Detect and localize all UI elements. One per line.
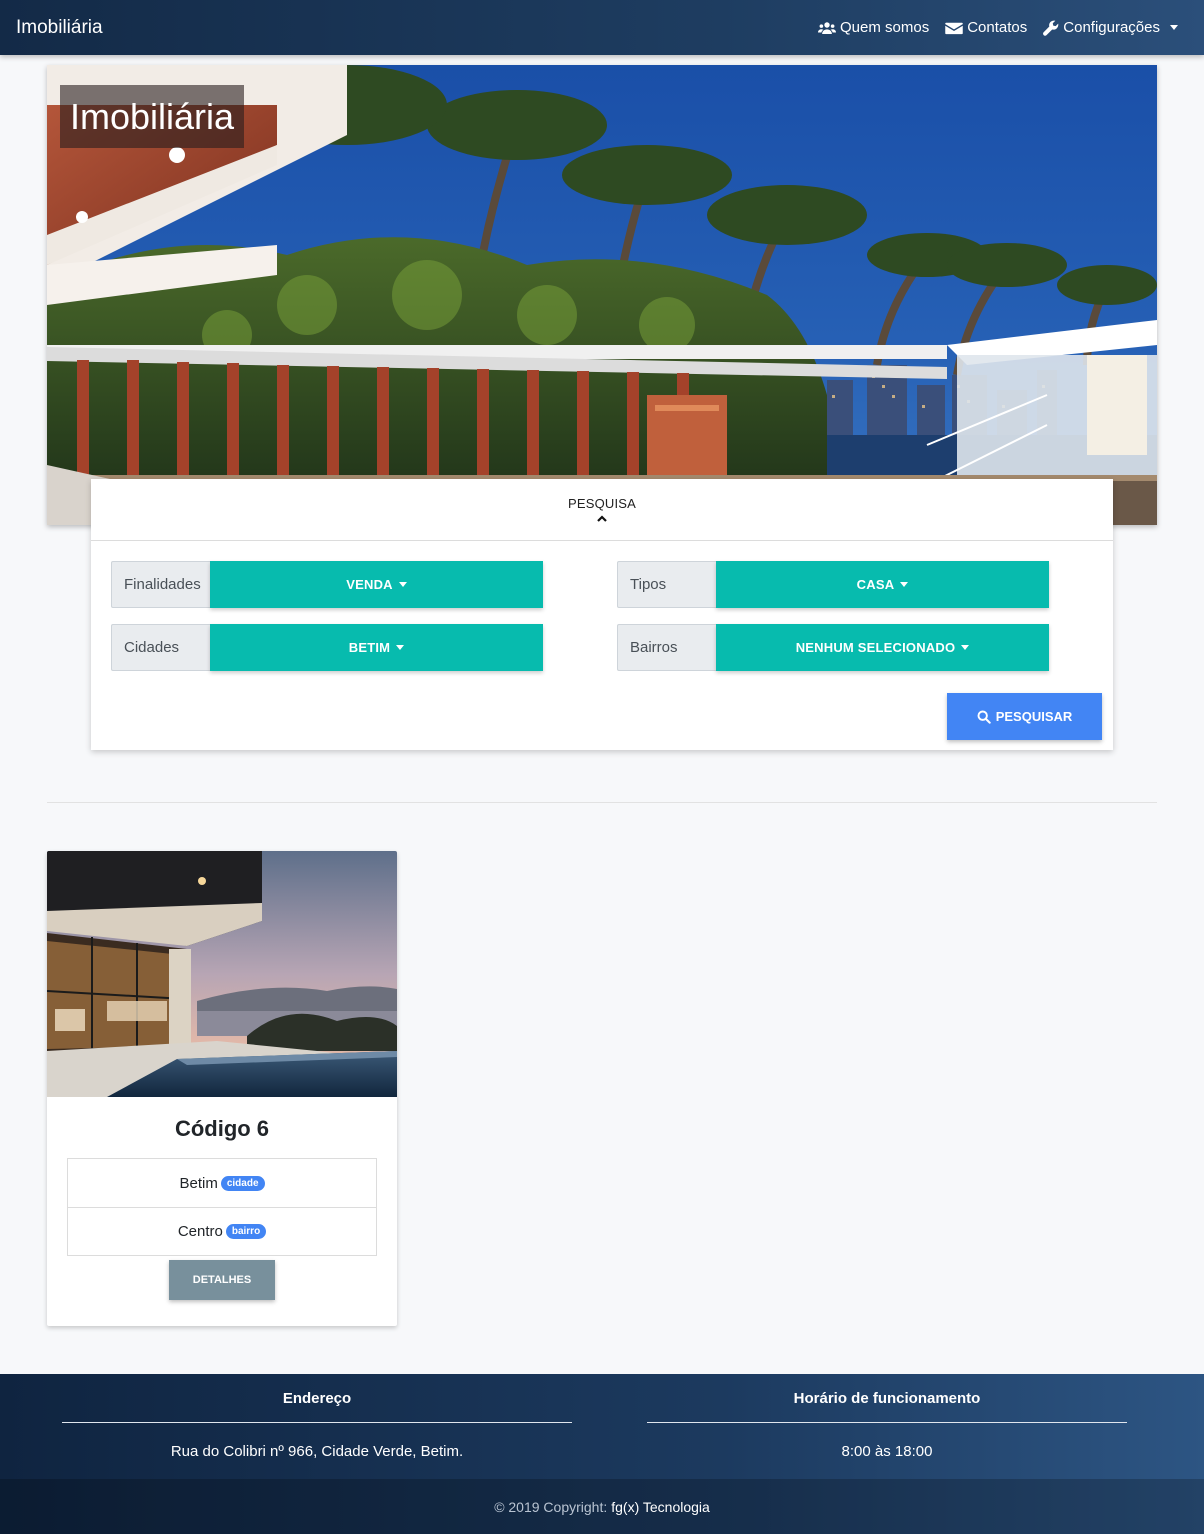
footer-hours-text: 8:00 às 18:00 xyxy=(841,1443,933,1460)
footer-address-heading: Endereço xyxy=(282,1390,352,1407)
envelope-icon xyxy=(945,22,963,34)
list-item-city: Betim cidade xyxy=(68,1159,376,1207)
search-button[interactable]: PESQUISAR xyxy=(947,693,1102,740)
footer-divider xyxy=(647,1422,1127,1423)
nav-link-label: Contatos xyxy=(967,19,1028,36)
search-panel: PESQUISA Finalidades VENDA Tipos CASA Ci… xyxy=(91,479,1113,750)
cidades-label: Cidades xyxy=(111,624,210,671)
neighborhood-badge: bairro xyxy=(225,1224,267,1239)
property-card: Código 6 Betim cidade Centro bairro DETA… xyxy=(47,851,397,1326)
caret-down-icon xyxy=(1170,25,1178,30)
chevron-up-icon xyxy=(597,512,607,524)
search-toggle[interactable]: PESQUISA xyxy=(91,479,1113,541)
divider xyxy=(47,802,1157,803)
search-icon xyxy=(977,710,991,724)
caret-down-icon xyxy=(961,645,970,650)
company-link[interactable]: fg(x) Tecnologia xyxy=(611,1499,710,1515)
cidades-value: BETIM xyxy=(348,640,391,655)
footer-divider xyxy=(62,1422,572,1423)
tipos-field: Tipos CASA xyxy=(617,561,1049,608)
tipos-value: CASA xyxy=(856,577,895,592)
cidades-dropdown[interactable]: BETIM xyxy=(210,624,543,671)
hero-banner: Imobiliária xyxy=(47,65,1157,525)
details-button[interactable]: DETALHES xyxy=(169,1260,275,1300)
finalidades-dropdown[interactable]: VENDA xyxy=(210,561,543,608)
footer: Endereço Rua do Colibri nº 966, Cidade V… xyxy=(0,1374,1204,1534)
finalidades-label: Finalidades xyxy=(111,561,210,608)
wrench-icon xyxy=(1043,20,1059,36)
tipos-label: Tipos xyxy=(617,561,716,608)
nav-link-quem-somos[interactable]: Quem somos xyxy=(818,19,929,36)
copyright-text: © 2019 Copyright: xyxy=(494,1498,608,1515)
footer-hours-heading: Horário de funcionamento xyxy=(793,1390,981,1407)
nav-link-configuracoes[interactable]: Configurações xyxy=(1043,19,1178,36)
bairros-value: NENHUM SELECIONADO xyxy=(795,640,956,655)
list-item-neighborhood: Centro bairro xyxy=(68,1207,376,1255)
navbar-brand[interactable]: Imobiliária xyxy=(16,17,103,39)
bairros-field: Bairros NENHUM SELECIONADO xyxy=(617,624,1049,671)
finalidades-field: Finalidades VENDA xyxy=(111,561,543,608)
nav-link-label: Quem somos xyxy=(840,19,930,36)
finalidades-value: VENDA xyxy=(346,577,393,592)
caret-down-icon xyxy=(396,645,405,650)
cidades-field: Cidades BETIM xyxy=(111,624,543,671)
caret-down-icon xyxy=(398,582,407,587)
navbar: Imobiliária Quem somos Contatos Configur… xyxy=(0,0,1204,55)
neighborhood-value: Centro xyxy=(177,1223,223,1240)
users-icon xyxy=(818,21,837,34)
search-header-label: PESQUISA xyxy=(567,495,637,511)
footer-address-text: Rua do Colibri nº 966, Cidade Verde, Bet… xyxy=(170,1443,464,1460)
city-value: Betim xyxy=(179,1174,218,1192)
hero-title: Imobiliária xyxy=(60,85,245,148)
bairros-dropdown[interactable]: NENHUM SELECIONADO xyxy=(716,624,1049,671)
nav-link-label: Configurações xyxy=(1063,19,1160,36)
property-info-list: Betim cidade Centro bairro xyxy=(67,1158,377,1256)
nav-link-contatos[interactable]: Contatos xyxy=(945,19,1027,36)
tipos-dropdown[interactable]: CASA xyxy=(716,561,1049,608)
city-badge: cidade xyxy=(220,1175,265,1191)
search-button-label: PESQUISAR xyxy=(995,709,1073,724)
bairros-label: Bairros xyxy=(617,624,716,671)
nav-links: Quem somos Contatos Configurações xyxy=(818,19,1188,36)
caret-down-icon xyxy=(900,582,909,587)
footer-copyright: © 2019 Copyright: fg(x) Tecnologia xyxy=(0,1479,1204,1534)
property-photo xyxy=(47,851,397,1097)
property-code: Código 6 xyxy=(174,1116,270,1141)
